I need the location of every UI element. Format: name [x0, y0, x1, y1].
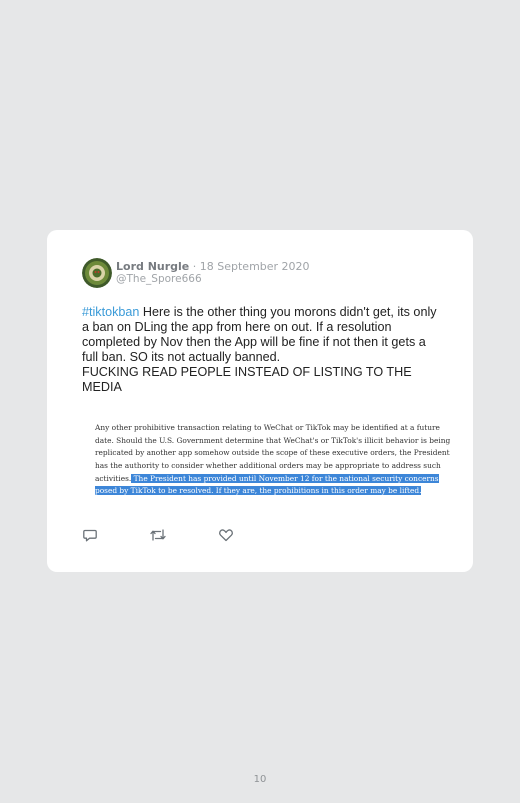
tweet-actions: [82, 527, 242, 543]
quoted-line: has the authority to consider whether ad…: [95, 461, 441, 471]
hashtag-link[interactable]: #tiktokban: [82, 305, 139, 319]
author-name[interactable]: Lord Nurgle: [116, 260, 189, 273]
quoted-text-image[interactable]: Any other prohibitive transaction relati…: [95, 422, 451, 498]
highlighted-text: posed by TikTok to be resolved. If they …: [95, 486, 422, 496]
quoted-line: Any other prohibitive transaction relati…: [95, 423, 440, 432]
author-line: Lord Nurgle · 18 September 2020: [116, 260, 310, 273]
author-handle[interactable]: @The_Spore666: [116, 273, 202, 285]
page-number: 10: [253, 774, 267, 785]
separator: ·: [189, 260, 200, 273]
reply-icon[interactable]: [82, 527, 98, 543]
heart-icon[interactable]: [218, 527, 234, 543]
tweet-date[interactable]: 18 September 2020: [200, 260, 310, 273]
quoted-line: replicated by another app somehow outsid…: [95, 448, 450, 458]
highlighted-text: The President has provided until Novembe…: [131, 473, 439, 483]
quoted-line: posed by TikTok to be resolved. If they …: [95, 485, 431, 498]
quoted-line: date. Should the U.S. Government determi…: [95, 435, 451, 445]
avatar[interactable]: [82, 258, 112, 288]
avatar-image: [82, 258, 112, 288]
retweet-icon[interactable]: [149, 527, 166, 543]
quoted-line: activities. The President has provided u…: [95, 473, 439, 486]
tweet-text: #tiktokban Here is the other thing you m…: [82, 305, 444, 395]
quoted-plain-text: activities.: [95, 473, 132, 483]
tweet-card: Lord Nurgle · 18 September 2020 @The_Spo…: [47, 230, 473, 572]
